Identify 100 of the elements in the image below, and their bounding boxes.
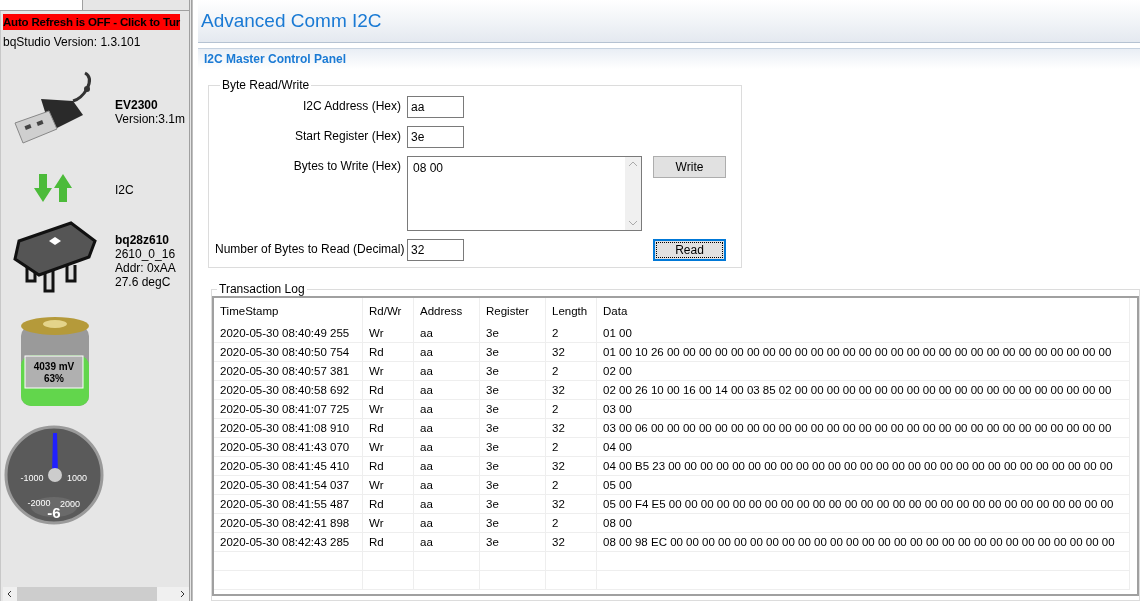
table-cell: 3e (479, 532, 546, 552)
table-cell: aa (413, 437, 480, 457)
table-cell: 32 (545, 494, 597, 514)
table-cell: 2020-05-30 08:41:45 410 (214, 456, 363, 476)
table-cell: Rd (362, 380, 414, 400)
table-cell: 02 00 26 10 00 16 00 14 00 03 85 02 00 00 00 00 00 00 00 00 00 00 00 00 00 00 00 00 00 00 00 00 (596, 380, 1130, 400)
field-label: Bytes to Write (Hex) (292, 158, 401, 173)
table-cell: 2 (545, 324, 597, 343)
table-cell: 3e (479, 324, 546, 343)
table-cell: Wr (362, 437, 414, 457)
register-field[interactable]: 3e (407, 126, 464, 148)
battery-drawing: 4039 mV 63% (19, 316, 91, 408)
table-cell: 2 (545, 399, 597, 419)
table-cell: 3e (479, 475, 546, 495)
table-cell: aa (413, 342, 480, 362)
table-cell: aa (413, 380, 480, 400)
table-cell: 05 00 (596, 475, 1130, 495)
table-cell: 3e (479, 399, 546, 419)
column-header[interactable]: TimeStamp (214, 298, 363, 324)
device-info: Addr: 0xAA (115, 260, 177, 275)
device-info: 2610_0_16 (115, 246, 177, 261)
adapter-version: Version:3.1m (115, 111, 187, 126)
table-cell: aa (413, 418, 480, 438)
address-field[interactable]: aa (407, 96, 464, 118)
write-button[interactable]: Write (653, 156, 726, 178)
table-cell: 05 00 F4 E5 00 00 00 00 00 00 00 00 00 00 00 00 00 00 00 00 00 00 00 00 00 00 00 00 00 00 00 00 (596, 494, 1130, 514)
table-cell: Wr (362, 361, 414, 381)
table-cell: 08 00 98 EC 00 00 00 00 00 00 00 00 00 00 00 00 00 00 00 00 00 00 00 00 00 00 00 00 00 00 00 00 (596, 532, 1130, 552)
adapter-name: EV2300 (115, 97, 159, 112)
table-cell: 2020-05-30 08:41:43 070 (214, 437, 363, 457)
table-cell: 3e (479, 494, 546, 514)
table-cell: Wr (362, 475, 414, 495)
table-cell: 3e (479, 437, 546, 457)
page-title: Advanced Comm I2C (201, 10, 382, 32)
table-cell: 03 00 (596, 399, 1130, 419)
device-name: bq28z610 (115, 232, 171, 247)
table-cell: 04 00 (596, 437, 1130, 457)
table-cell: aa (413, 399, 480, 419)
read-button[interactable]: Read (653, 239, 726, 261)
table-cell: Wr (362, 399, 414, 419)
table-cell: 2020-05-30 08:41:08 910 (214, 418, 363, 438)
group-legend: Transaction Log (217, 282, 307, 296)
bus-name: I2C (115, 182, 135, 197)
table-cell: 2 (545, 513, 597, 533)
table-cell: 32 (545, 380, 597, 400)
table-cell: Wr (362, 513, 414, 533)
table-cell: aa (413, 513, 480, 533)
device-info: 27.6 degC (115, 274, 172, 289)
table-cell: 2020-05-30 08:42:41 898 (214, 513, 363, 533)
table-cell: 32 (545, 418, 597, 438)
table-cell: 3e (479, 418, 546, 438)
up-down-arrows-icon (34, 174, 72, 202)
table-cell: 01 00 10 26 00 00 00 00 00 00 00 00 00 00 00 00 00 00 00 00 00 00 00 00 00 00 00 00 00 00 00 00 (596, 342, 1130, 362)
table-cell: 3e (479, 456, 546, 476)
bytes-to-write-field[interactable]: 08 00 (407, 156, 642, 231)
table-cell: 3e (479, 380, 546, 400)
table-cell: 32 (545, 342, 597, 362)
table-cell: 02 00 (596, 361, 1130, 381)
column-header[interactable]: Length (545, 298, 597, 324)
column-header[interactable]: Register (479, 298, 546, 324)
table-cell: aa (413, 324, 480, 343)
table-cell: Rd (362, 532, 414, 552)
table-cell: aa (413, 361, 480, 381)
auto-refresh-banner[interactable]: Auto Refresh is OFF - Click to Tur (3, 14, 180, 30)
scroll-up-icon[interactable] (628, 161, 638, 167)
table-cell: 04 00 B5 23 00 00 00 00 00 00 00 00 00 00 00 00 00 00 00 00 00 00 00 00 00 00 00 00 00 00 00 00 (596, 456, 1130, 476)
table-cell: 2020-05-30 08:40:58 692 (214, 380, 363, 400)
table-cell: 01 00 (596, 324, 1130, 343)
field-label: Start Register (Hex) (293, 128, 401, 143)
table-cell: Rd (362, 456, 414, 476)
table-cell: 2 (545, 437, 597, 457)
table-cell: aa (413, 494, 480, 514)
table-cell: 2020-05-30 08:41:07 725 (214, 399, 363, 419)
column-header[interactable]: Data (596, 298, 1130, 324)
table-cell: Wr (362, 324, 414, 343)
column-header[interactable]: Rd/Wr (362, 298, 414, 324)
table-cell: 3e (479, 513, 546, 533)
group-legend: Byte Read/Write (220, 78, 312, 92)
table-cell: 03 00 06 00 00 00 00 00 00 00 00 00 00 00 00 00 00 00 00 00 00 00 00 00 00 00 00 00 00 00 00 00 (596, 418, 1130, 438)
table-cell: 2020-05-30 08:40:49 255 (214, 324, 363, 343)
table-cell: 32 (545, 456, 597, 476)
table-cell: 2020-05-30 08:41:54 037 (214, 475, 363, 495)
table-cell: aa (413, 532, 480, 552)
panel-title: I2C Master Control Panel (204, 52, 347, 66)
table-cell: 3e (479, 361, 546, 381)
table-cell: 2020-05-30 08:40:50 754 (214, 342, 363, 362)
bytes-to-read-field[interactable]: 32 (407, 239, 464, 261)
table-cell: 2020-05-30 08:41:55 487 (214, 494, 363, 514)
scroll-down-icon[interactable] (628, 220, 638, 226)
table-cell: Rd (362, 418, 414, 438)
table-cell: aa (413, 456, 480, 476)
table-cell: 2 (545, 361, 597, 381)
table-cell: 2020-05-30 08:40:57 381 (214, 361, 363, 381)
column-header[interactable]: Address (413, 298, 480, 324)
table-cell: 3e (479, 342, 546, 362)
table-cell: aa (413, 475, 480, 495)
table-cell: 08 00 (596, 513, 1130, 533)
table-cell: 2020-05-30 08:42:43 285 (214, 532, 363, 552)
table-cell: 2 (545, 475, 597, 495)
table-cell: Rd (362, 494, 414, 514)
